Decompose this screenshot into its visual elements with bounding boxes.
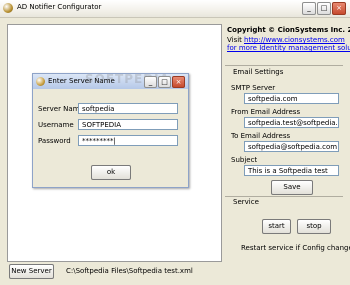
enter-server-dialog: Enter Server Name SOFTPEDIA _ □ × Server… [32, 72, 189, 188]
save-button[interactable]: Save [271, 180, 313, 195]
email-settings-divider [225, 65, 343, 66]
to-email-input[interactable]: softpedia@softpedia.com [244, 141, 339, 152]
restart-note: Restart service if Config changed [241, 244, 350, 252]
window-title: AD Notifier Configurator [17, 3, 102, 11]
new-server-button[interactable]: New Server [9, 264, 54, 279]
title-bar: AD Notifier Configurator _ □ × [0, 0, 350, 18]
username-label: Username [38, 121, 74, 129]
config-file-path: C:\Softpedia Files\Softpedia test.xml [66, 267, 193, 275]
dialog-close-button[interactable]: × [172, 76, 185, 88]
minimize-button[interactable]: _ [302, 2, 316, 15]
to-email-label: To Email Address [231, 132, 291, 140]
visit-label: Visit [227, 36, 242, 44]
app-icon [3, 3, 13, 13]
solutions-link[interactable]: for more Identity management solutions [227, 44, 350, 52]
server-name-input[interactable]: softpedia [78, 103, 178, 114]
server-name-label: Server Name [38, 105, 84, 113]
username-input[interactable]: SOFTPEDIA [78, 119, 178, 130]
subject-input[interactable]: This is a Softpedia test [244, 165, 339, 176]
dialog-title-bar: Enter Server Name SOFTPEDIA _ □ × [33, 72, 188, 89]
website-link[interactable]: http://www.cionsystems.com [244, 36, 345, 44]
subject-label: Subject [231, 156, 258, 164]
password-input[interactable]: *********| [78, 135, 178, 146]
email-settings-header: Email Settings [233, 68, 284, 76]
start-button[interactable]: start [262, 219, 291, 234]
stop-button[interactable]: stop [297, 219, 331, 234]
smtp-server-input[interactable]: softpedia.com [244, 93, 339, 104]
copyright-text: Copyright © CionSystems Inc. 2008 [227, 26, 350, 34]
from-email-label: From Email Address [231, 108, 301, 116]
smtp-server-label: SMTP Server [231, 84, 276, 92]
dialog-minimize-button[interactable]: _ [144, 76, 157, 88]
maximize-button[interactable]: □ [317, 2, 331, 15]
ok-button[interactable]: ok [91, 165, 131, 180]
password-label: Password [38, 137, 71, 145]
service-header: Service [233, 198, 259, 206]
close-button[interactable]: × [332, 2, 346, 15]
app-window: AD Notifier Configurator _ □ × Enter Ser… [0, 0, 350, 285]
service-divider [225, 196, 343, 197]
dialog-maximize-button[interactable]: □ [158, 76, 171, 88]
from-email-input[interactable]: softpedia.test@softpedia.com [244, 117, 339, 128]
dialog-app-icon [36, 77, 45, 86]
